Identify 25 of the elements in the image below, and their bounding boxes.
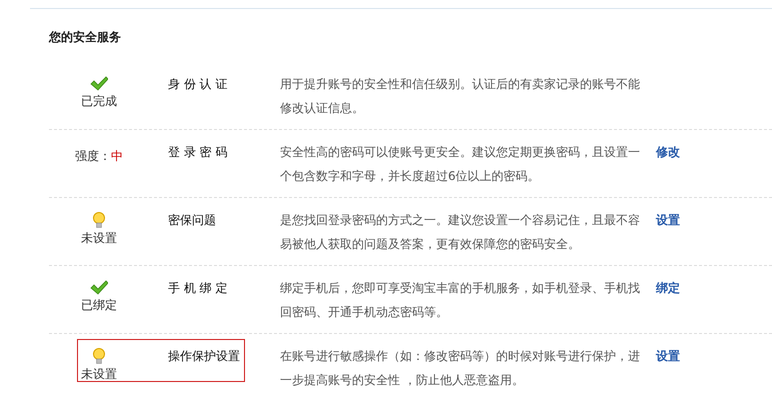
service-name: 身 份 认 证	[168, 76, 228, 93]
service-description: 安全性高的密码可以使账号更安全。建议您定期更换密码，且设置一个包含数字和字母，并长度超过6位以上的密码。	[280, 144, 641, 185]
service-description: 绑定手机后，您即可享受淘宝丰富的手机服务，如手机登录、手机找回密码、开通手机动态密码等。	[280, 280, 641, 321]
action-link[interactable]: 设置	[656, 344, 680, 368]
status-label: 已完成	[81, 93, 117, 110]
action-link[interactable]: 修改	[656, 140, 680, 164]
service-name: 操作保护设置	[168, 348, 241, 365]
service-name: 手 机 绑 定	[168, 280, 228, 297]
strength-label: 强度：	[75, 148, 111, 165]
strength-level: 中	[111, 148, 123, 165]
service-name: 登 录 密 码	[168, 144, 228, 161]
status-label: 未设置	[81, 230, 117, 247]
action-link[interactable]: 绑定	[656, 276, 680, 300]
service-description: 用于提升账号的安全性和信任级别。认证后的有卖家记录的账号不能修改认证信息。	[280, 76, 641, 117]
check-icon	[90, 280, 108, 296]
status-label: 未设置	[81, 366, 117, 383]
service-description: 是您找回登录密码的方式之一。建议您设置一个容易记住，且最不容易被他人获取的问题及答案，更有效保障您的密码安全。	[280, 212, 641, 253]
check-icon	[90, 76, 108, 92]
service-description: 在账号进行敏感操作（如：修改密码等）的时候对账号进行保护，进一步提高账号的安全性 ，防止他人恶意盗用。	[280, 348, 641, 389]
lightbulb-icon	[93, 212, 105, 229]
status-label: 已绑定	[81, 297, 117, 314]
service-name: 密保问题	[168, 212, 217, 229]
lightbulb-icon	[93, 348, 105, 365]
section-title: 您的安全服务	[49, 29, 122, 46]
action-link[interactable]: 设置	[656, 208, 680, 232]
